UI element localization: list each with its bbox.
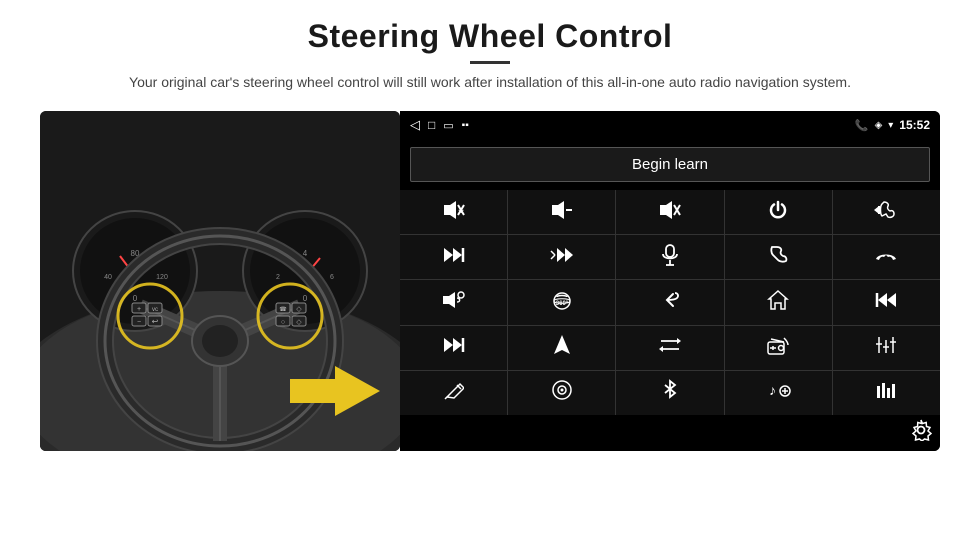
settings-bar — [400, 415, 940, 451]
begin-learn-button[interactable]: Begin learn — [410, 147, 930, 182]
call-prev-icon — [872, 200, 900, 225]
ctrl-phone[interactable] — [725, 235, 832, 279]
ctrl-rewind[interactable] — [833, 280, 940, 324]
mute-icon — [658, 200, 682, 225]
page-title: Steering Wheel Control — [129, 18, 851, 55]
ctrl-radio[interactable] — [725, 326, 832, 370]
status-bar: ◁ □ ▭ ▪▪ 📞 ◈ ▾ 15:52 — [400, 111, 940, 139]
power-icon — [767, 199, 789, 226]
swap-icon — [659, 336, 681, 359]
ctrl-skip[interactable] — [400, 326, 507, 370]
ctrl-home[interactable] — [725, 280, 832, 324]
mic-icon — [661, 244, 679, 271]
ctrl-back[interactable] — [616, 280, 723, 324]
bluetooth-icon — [662, 379, 678, 406]
svg-text:−: − — [137, 319, 141, 326]
svg-text:↩: ↩ — [152, 317, 159, 326]
ctrl-next[interactable] — [400, 235, 507, 279]
ctrl-end-call[interactable] — [833, 235, 940, 279]
svg-text:☎: ☎ — [279, 306, 287, 313]
camera-360-icon: 360° — [548, 290, 576, 315]
title-section: Steering Wheel Control Your original car… — [129, 18, 851, 93]
back-nav-icon[interactable]: ◁ — [410, 117, 420, 133]
fast-forward-icon — [549, 246, 575, 269]
wifi-status-icon: ▾ — [888, 120, 893, 131]
ctrl-music-settings[interactable]: ♪ — [725, 371, 832, 415]
ctrl-record[interactable] — [508, 371, 615, 415]
ctrl-vol-down[interactable] — [508, 190, 615, 234]
svg-text:2: 2 — [276, 274, 280, 281]
title-divider — [470, 61, 510, 64]
status-right: 📞 ◈ ▾ 15:52 — [855, 118, 930, 132]
svg-text:0: 0 — [133, 294, 138, 303]
svg-text:◇: ◇ — [296, 306, 302, 313]
content-area: 80 0 40 120 4 0 2 6 — [40, 111, 940, 451]
ctrl-power[interactable] — [725, 190, 832, 234]
page-wrapper: Steering Wheel Control Your original car… — [0, 0, 980, 544]
equalizer-bars-icon — [875, 380, 897, 405]
phone-status-icon: 📞 — [855, 119, 869, 132]
music-settings-icon: ♪ — [765, 380, 791, 405]
svg-text:4: 4 — [303, 249, 308, 258]
android-ui: ◁ □ ▭ ▪▪ 📞 ◈ ▾ 15:52 Begin learn — [400, 111, 940, 451]
ctrl-edit[interactable] — [400, 371, 507, 415]
eq-icon — [875, 335, 897, 360]
svg-text:+: + — [137, 306, 141, 313]
svg-text:40: 40 — [104, 274, 112, 281]
rewind-icon — [875, 291, 897, 314]
vol-up-icon: + — [442, 200, 466, 225]
subtitle: Your original car's steering wheel contr… — [129, 72, 851, 93]
ctrl-nav[interactable] — [508, 326, 615, 370]
phone-icon — [768, 245, 788, 270]
svg-text:◇: ◇ — [296, 319, 302, 326]
ctrl-bluetooth[interactable] — [616, 371, 723, 415]
ctrl-eq[interactable] — [833, 326, 940, 370]
ctrl-equalizer-bars[interactable] — [833, 371, 940, 415]
svg-text:6: 6 — [330, 274, 334, 281]
signal-bars-icon: ▪▪ — [462, 120, 469, 131]
end-call-icon — [873, 247, 899, 268]
ctrl-vol-up[interactable]: + — [400, 190, 507, 234]
svg-text:120: 120 — [156, 274, 168, 281]
svg-text:+: + — [458, 206, 464, 217]
next-icon — [443, 246, 465, 269]
status-time: 15:52 — [899, 118, 930, 132]
ctrl-mic[interactable] — [616, 235, 723, 279]
back-icon — [659, 289, 681, 316]
home-icon — [767, 289, 789, 316]
svg-text:♪: ♪ — [769, 382, 776, 398]
location-status-icon: ◈ — [875, 120, 883, 131]
car-image: 80 0 40 120 4 0 2 6 — [40, 111, 400, 451]
recents-nav-icon[interactable]: ▭ — [443, 119, 453, 132]
status-left: ◁ □ ▭ ▪▪ — [410, 117, 469, 133]
control-grid: + — [400, 190, 940, 415]
ctrl-360[interactable]: 360° — [508, 280, 615, 324]
ctrl-prev-call[interactable] — [833, 190, 940, 234]
record-icon — [551, 379, 573, 406]
nav-icon — [553, 334, 571, 361]
horn-icon — [441, 290, 467, 315]
svg-text:0: 0 — [303, 294, 308, 303]
begin-learn-section: Begin learn — [400, 139, 940, 190]
edit-icon — [444, 380, 464, 405]
vol-down-icon — [550, 200, 574, 225]
svg-text:vc: vc — [152, 307, 158, 313]
radio-icon — [766, 335, 790, 360]
svg-text:○: ○ — [281, 319, 285, 326]
ctrl-horn[interactable] — [400, 280, 507, 324]
home-nav-icon[interactable]: □ — [428, 118, 435, 132]
skip-icon — [443, 336, 465, 359]
svg-text:360°: 360° — [556, 301, 569, 307]
ctrl-mute[interactable] — [616, 190, 723, 234]
ctrl-fast-forward[interactable] — [508, 235, 615, 279]
settings-gear-button[interactable] — [910, 419, 932, 447]
ctrl-swap[interactable] — [616, 326, 723, 370]
